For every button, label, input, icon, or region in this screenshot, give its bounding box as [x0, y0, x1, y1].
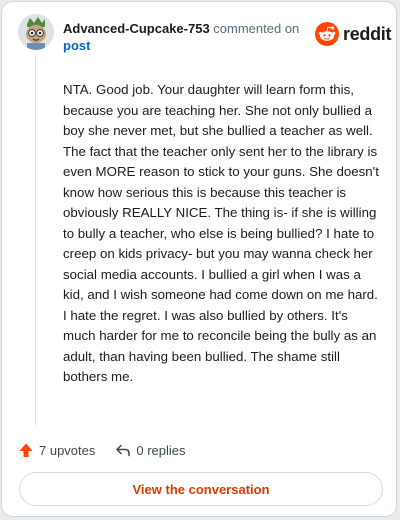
- comment-body: NTA. Good job. Your daughter will learn …: [63, 82, 379, 384]
- reply-arrow-icon: [116, 444, 131, 457]
- replies-button[interactable]: 0 replies: [115, 442, 186, 458]
- comment-header: Advanced-Cupcake-753 commented on post: [63, 20, 313, 54]
- view-conversation-button[interactable]: View the conversation: [19, 472, 383, 506]
- thread-line: [35, 54, 36, 426]
- post-link[interactable]: post: [63, 38, 90, 53]
- reddit-wordmark: reddit: [343, 23, 392, 44]
- user-avatar-icon: [18, 14, 54, 50]
- comment-card: Advanced-Cupcake-753 commented on post r…: [1, 1, 397, 517]
- reddit-logo[interactable]: reddit: [315, 21, 392, 47]
- upvote-arrow-icon: [19, 443, 33, 457]
- comment-actions: 7 upvotes 0 replies: [18, 440, 186, 460]
- upvote-count: 7 upvotes: [39, 442, 96, 458]
- action-text: commented on: [213, 21, 300, 36]
- avatar[interactable]: [18, 14, 54, 50]
- reddit-snoo-icon: [315, 22, 339, 46]
- author-name[interactable]: Advanced-Cupcake-753: [63, 21, 210, 36]
- upvote-button[interactable]: 7 upvotes: [18, 442, 95, 458]
- reply-count: 0 replies: [136, 442, 186, 458]
